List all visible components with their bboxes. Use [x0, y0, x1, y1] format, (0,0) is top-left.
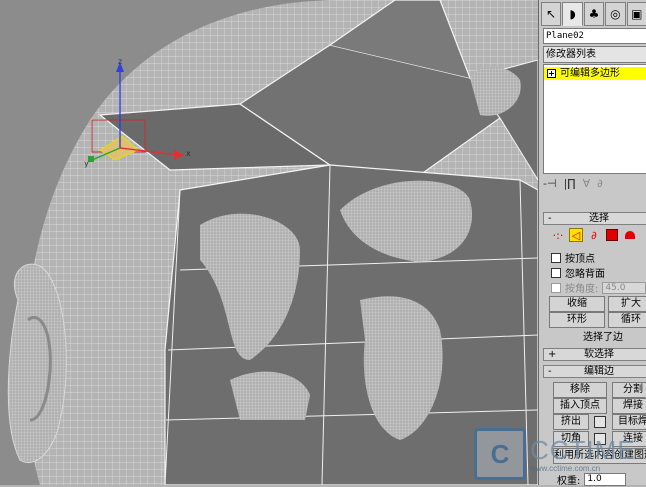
- perspective-viewport[interactable]: z x y: [0, 0, 538, 485]
- soft-selection-rollout-header[interactable]: + 软选择: [543, 348, 646, 361]
- watermark-text: CCTIME www.cctime.com.cn: [530, 436, 636, 473]
- element-mode-icon[interactable]: [623, 228, 637, 242]
- selection-rollout-title: 选择: [589, 213, 609, 224]
- soft-selection-title: 软选择: [584, 349, 614, 360]
- border-mode-icon[interactable]: ∂: [587, 228, 601, 242]
- by-vertex-label: 按顶点: [565, 254, 595, 265]
- checkbox-box: [551, 282, 561, 293]
- pin-stack-icon[interactable]: -⊣: [543, 177, 557, 190]
- head-mesh: z x y: [0, 0, 538, 485]
- insert-vertex-button[interactable]: 插入顶点: [553, 398, 607, 414]
- modify-tab-icon[interactable]: ◗: [562, 2, 583, 26]
- by-vertex-checkbox[interactable]: 按顶点: [551, 250, 595, 265]
- subobject-level-icons: ·:· ◁ ∂: [551, 228, 637, 242]
- modifier-list-dropdown[interactable]: 修改器列表: [543, 46, 646, 63]
- ignore-backfacing-checkbox[interactable]: 忽略背面: [551, 265, 605, 280]
- stack-item-editable-poly[interactable]: 可编辑多边形: [544, 67, 646, 80]
- make-unique-icon[interactable]: ∀: [583, 177, 591, 190]
- by-angle-checkbox[interactable]: 按角度: 45.0: [551, 280, 646, 295]
- edit-edges-title: 编辑边: [584, 366, 614, 377]
- edge-mode-icon[interactable]: ◁: [569, 228, 583, 242]
- gizmo-y-label: y: [84, 159, 89, 168]
- expand-plus-icon[interactable]: [547, 69, 556, 78]
- selection-status: 选择了边: [583, 332, 623, 343]
- split-button[interactable]: 分割: [612, 382, 646, 398]
- watermark-brand: CCTIME: [530, 434, 636, 465]
- watermark-url: www.cctime.com.cn: [530, 463, 601, 473]
- ring-button[interactable]: 环形: [549, 312, 605, 328]
- show-end-result-icon[interactable]: |∏: [564, 177, 576, 190]
- hierarchy-tab-icon[interactable]: ♣: [583, 2, 605, 26]
- watermark: C CCTIME www.cctime.com.cn: [474, 428, 636, 480]
- shrink-button[interactable]: 收缩: [549, 296, 605, 312]
- checkbox-box: [551, 252, 561, 263]
- grow-button[interactable]: 扩大: [608, 296, 646, 312]
- checkbox-box: [551, 267, 561, 278]
- command-panel-tabs: ↖ ◗ ♣ ◎ ▣: [541, 2, 646, 26]
- polygon-mode-icon[interactable]: [605, 228, 619, 242]
- vertex-mode-icon[interactable]: ·:·: [551, 228, 565, 242]
- gizmo-z-label: z: [118, 57, 122, 66]
- ignore-backfacing-label: 忽略背面: [565, 269, 605, 280]
- loop-button[interactable]: 循环: [608, 312, 646, 328]
- object-name-field[interactable]: Plane02: [543, 28, 646, 44]
- weld-button[interactable]: 焊接: [612, 398, 646, 414]
- modifier-stack[interactable]: 可编辑多边形: [543, 64, 646, 174]
- display-tab-icon[interactable]: ▣: [626, 2, 646, 26]
- watermark-logo: C: [474, 428, 526, 480]
- stack-item-label: 可编辑多边形: [560, 68, 620, 79]
- edit-edges-rollout-header[interactable]: - 编辑边: [543, 365, 646, 378]
- extrude-settings-icon[interactable]: [594, 416, 606, 428]
- angle-spinner[interactable]: 45.0: [602, 281, 646, 294]
- remove-edge-button[interactable]: 移除: [553, 382, 607, 398]
- selection-rollout-header[interactable]: - 选择: [543, 212, 646, 225]
- motion-tab-icon[interactable]: ◎: [605, 2, 626, 26]
- remove-modifier-icon[interactable]: ∂: [597, 177, 603, 190]
- gizmo-x-label: x: [186, 149, 191, 158]
- by-angle-label: 按角度:: [565, 284, 599, 295]
- stack-toolbar: -⊣ |∏ ∀ ∂: [543, 174, 646, 192]
- create-tab-icon[interactable]: ↖: [541, 2, 562, 26]
